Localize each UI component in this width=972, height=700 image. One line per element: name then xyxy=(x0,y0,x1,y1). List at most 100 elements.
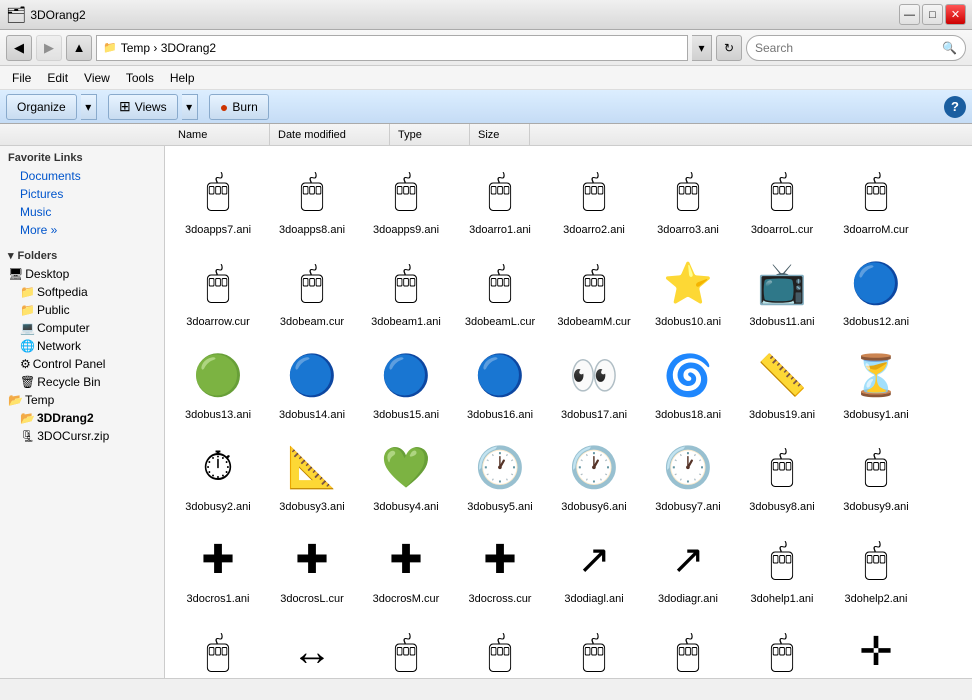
computer-icon: 💻 xyxy=(20,321,35,335)
folder-control-panel[interactable]: ⚙ Control Panel xyxy=(0,355,164,373)
refresh-button[interactable]: ↻ xyxy=(716,35,742,61)
file-3docursr-zip[interactable]: 🗜 3DOCursr.zip xyxy=(0,427,164,445)
menu-file[interactable]: File xyxy=(4,69,39,87)
search-box[interactable]: 🔍 xyxy=(746,35,966,61)
folder-public[interactable]: 📁 Public xyxy=(0,301,164,319)
file-item[interactable]: ✚3docros1.ani xyxy=(173,523,263,611)
organize-dropdown[interactable]: ▾ xyxy=(81,94,97,120)
close-button[interactable]: ✕ xyxy=(945,4,966,25)
sidebar-item-music[interactable]: Music xyxy=(0,203,164,221)
file-item[interactable]: 🖱3doarroM.cur xyxy=(831,154,921,242)
folder-desktop[interactable]: 🖥 Desktop xyxy=(0,265,164,283)
file-item[interactable]: 🔵3dobus12.ani xyxy=(831,246,921,334)
file-icon-cursor: 🖱 xyxy=(562,620,626,678)
folder-temp[interactable]: 📂 Temp xyxy=(0,391,164,409)
file-item[interactable]: ↗3dodiagl.ani xyxy=(549,523,639,611)
folder-softpedia[interactable]: 📁 Softpedia xyxy=(0,283,164,301)
file-item[interactable]: 🖱3doapps7.ani xyxy=(173,154,263,242)
file-item[interactable]: 📺3dobus11.ani xyxy=(737,246,827,334)
file-item[interactable]: 🕐3dobusy6.ani xyxy=(549,431,639,519)
file-item[interactable]: 🖱3dobeam1.ani xyxy=(361,246,451,334)
file-item[interactable]: 🖱3doapps8.ani xyxy=(267,154,357,242)
col-size[interactable]: Size xyxy=(470,124,530,145)
file-item[interactable]: ✚3docrosM.cur xyxy=(361,523,451,611)
file-name: 3dobusy5.ani xyxy=(467,500,532,514)
file-item[interactable]: ↗3dodiagr.ani xyxy=(643,523,733,611)
file-item[interactable]: 🖱3dobusy9.ani xyxy=(831,431,921,519)
window-icon: 🗂 xyxy=(6,5,26,25)
file-item[interactable]: 🖱3dolink3.ani xyxy=(549,615,639,678)
file-item[interactable]: 🖱3dobeam.cur xyxy=(267,246,357,334)
file-icon-cross: ✚ xyxy=(280,528,344,592)
col-name[interactable]: Name xyxy=(170,124,270,145)
file-item[interactable]: 🖱3dolink2.ani xyxy=(455,615,545,678)
file-item[interactable]: 🖱3dohelp1.ani xyxy=(737,523,827,611)
search-input[interactable] xyxy=(755,41,942,55)
file-item[interactable]: 🟢3dobus13.ani xyxy=(173,339,263,427)
file-name: 3dohelp1.ani xyxy=(750,592,813,606)
file-item[interactable]: 🖱3doarro3.ani xyxy=(643,154,733,242)
maximize-button[interactable]: □ xyxy=(922,4,943,25)
file-icon-triangle: 📐 xyxy=(280,436,344,500)
file-item[interactable]: ↔3dohor.ani xyxy=(267,615,357,678)
file-item[interactable]: 🖱3doarro2.ani xyxy=(549,154,639,242)
sidebar-item-pictures[interactable]: Pictures xyxy=(0,185,164,203)
file-item[interactable]: 🖱3dohelp3.ani xyxy=(173,615,263,678)
folder-recycle-bin[interactable]: 🗑 Recycle Bin xyxy=(0,373,164,391)
folder-network[interactable]: 🌐 Network xyxy=(0,337,164,355)
folder-computer[interactable]: 💻 Computer xyxy=(0,319,164,337)
file-item[interactable]: 🖱3dobeamL.cur xyxy=(455,246,545,334)
sidebar-item-documents[interactable]: Documents xyxy=(0,167,164,185)
file-item[interactable]: 💚3dobusy4.ani xyxy=(361,431,451,519)
favorite-links-header[interactable]: Favorite Links xyxy=(0,146,164,167)
folder-3dorang2[interactable]: 📂 3DDrang2 xyxy=(0,409,164,427)
file-item[interactable]: 🖱3doarro1.ani xyxy=(455,154,545,242)
file-item[interactable]: 🌀3dobus18.ani xyxy=(643,339,733,427)
up-button[interactable]: ▲ xyxy=(66,35,92,61)
sidebar-more-link[interactable]: More » xyxy=(0,221,164,239)
col-type[interactable]: Type xyxy=(390,124,470,145)
help-button[interactable]: ? xyxy=(944,96,966,118)
file-item[interactable]: 🖱3doapps9.ani xyxy=(361,154,451,242)
folders-header[interactable]: ▾ Folders xyxy=(0,243,164,265)
file-item[interactable]: 🕐3dobusy7.ani xyxy=(643,431,733,519)
file-item[interactable]: 🔵3dobus15.ani xyxy=(361,339,451,427)
file-item[interactable]: 🖱3dolink4.ani xyxy=(643,615,733,678)
forward-button[interactable]: ▶ xyxy=(36,35,62,61)
file-item[interactable]: ⭐3dobus10.ani xyxy=(643,246,733,334)
address-dropdown[interactable]: ▾ xyxy=(692,35,712,61)
file-item[interactable]: ⏳3dobusy1.ani xyxy=(831,339,921,427)
menu-view[interactable]: View xyxy=(76,69,118,87)
file-name: 3dobus14.ani xyxy=(279,408,345,422)
file-item[interactable]: 🖱3dohelp2.ani xyxy=(831,523,921,611)
file-item[interactable]: 🖱3dobusy8.ani xyxy=(737,431,827,519)
file-item[interactable]: ✚3docrosL.cur xyxy=(267,523,357,611)
file-item[interactable]: 📐3dobusy3.ani xyxy=(267,431,357,519)
col-date[interactable]: Date modified xyxy=(270,124,390,145)
menu-edit[interactable]: Edit xyxy=(39,69,76,87)
file-item[interactable]: 🔵3dobus14.ani xyxy=(267,339,357,427)
file-item[interactable]: 📏3dobus19.ani xyxy=(737,339,827,427)
file-area[interactable]: 🖱3doapps7.ani🖱3doapps8.ani🖱3doapps9.ani🖱… xyxy=(165,146,972,678)
views-button[interactable]: ⊞ Views xyxy=(108,94,178,120)
menu-tools[interactable]: Tools xyxy=(118,69,162,87)
file-item[interactable]: ✚3docross.cur xyxy=(455,523,545,611)
address-path[interactable]: 📁 Temp › 3DOrang2 xyxy=(96,35,688,61)
views-dropdown[interactable]: ▾ xyxy=(182,94,198,120)
organize-button[interactable]: Organize xyxy=(6,94,77,120)
menu-help[interactable]: Help xyxy=(162,69,203,87)
file-icon-star: ⭐ xyxy=(656,251,720,315)
file-item[interactable]: 🖱3dobeamM.cur xyxy=(549,246,639,334)
burn-button[interactable]: ● Burn xyxy=(209,94,269,120)
file-item[interactable]: 🖱3doarroL.cur xyxy=(737,154,827,242)
file-item[interactable]: ⏱3dobusy2.ani xyxy=(173,431,263,519)
file-item[interactable]: 🖱3dolink.cur xyxy=(361,615,451,678)
file-item[interactable]: 🖱3dolinkR.cur xyxy=(737,615,827,678)
minimize-button[interactable]: — xyxy=(899,4,920,25)
file-item[interactable]: 🔵3dobus16.ani xyxy=(455,339,545,427)
file-item[interactable]: 🕐3dobusy5.ani xyxy=(455,431,545,519)
file-item[interactable]: ✛3domove.ani xyxy=(831,615,921,678)
back-button[interactable]: ◀ xyxy=(6,35,32,61)
file-item[interactable]: 🖱3doarrow.cur xyxy=(173,246,263,334)
file-item[interactable]: 👀3dobus17.ani xyxy=(549,339,639,427)
